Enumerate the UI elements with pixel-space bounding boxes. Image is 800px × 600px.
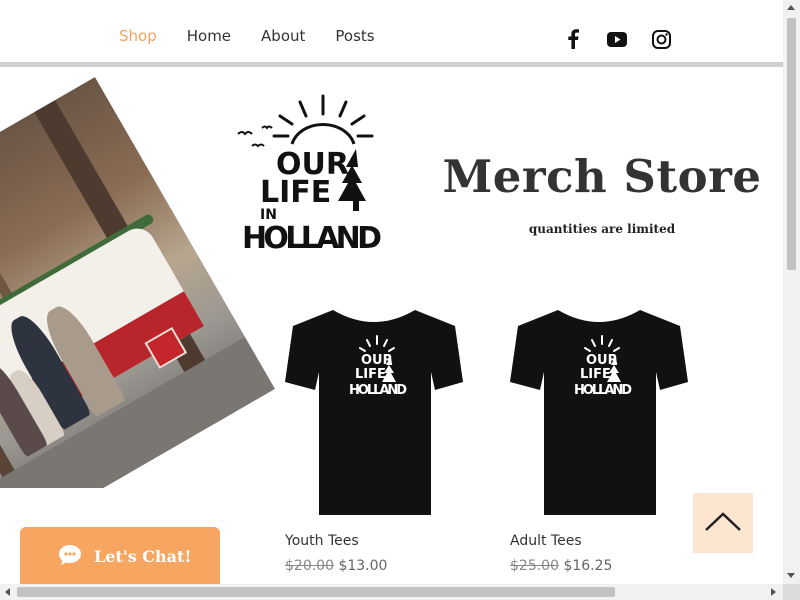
product-card-youth-tees[interactable]: OUR LIFE HOLLAND Youth Tees $20.00 $13.0… <box>285 310 485 574</box>
svg-text:HOLLAND: HOLLAND <box>574 383 632 398</box>
svg-text:HOLLAND: HOLLAND <box>349 383 407 398</box>
family-photo <box>0 77 275 488</box>
product-price: $20.00 $13.00 <box>285 558 485 574</box>
nav-item-shop[interactable]: Shop <box>119 27 157 45</box>
facebook-icon[interactable] <box>562 28 584 50</box>
youtube-icon[interactable] <box>606 28 628 50</box>
chevron-up-icon <box>703 509 743 538</box>
product-image[interactable]: OUR LIFE HOLLAND <box>285 310 463 515</box>
product-sale-price: $13.00 <box>338 558 388 574</box>
chat-label[interactable]: Let's Chat! <box>94 547 191 566</box>
scroll-up-arrow-icon[interactable] <box>787 5 795 10</box>
our-life-in-holland-logo: OUR LIFE IN HOLLAND <box>236 94 386 256</box>
vertical-scroll-thumb[interactable] <box>787 18 796 270</box>
product-card-adult-tees[interactable]: OUR LIFE HOLLAND Adult Tees $25.00 $16.2… <box>510 310 710 574</box>
back-to-top-button[interactable] <box>693 493 753 553</box>
product-name[interactable]: Youth Tees <box>285 533 485 549</box>
svg-text:OUR: OUR <box>361 353 393 368</box>
header-divider <box>0 62 783 67</box>
nav-item-home[interactable]: Home <box>187 27 231 45</box>
instagram-icon[interactable] <box>650 28 672 50</box>
product-old-price: $20.00 <box>285 558 334 574</box>
svg-text:LIFE: LIFE <box>355 367 386 382</box>
scroll-down-arrow-icon[interactable] <box>787 573 795 578</box>
product-price: $25.00 $16.25 <box>510 558 710 574</box>
nav-item-posts[interactable]: Posts <box>335 27 374 45</box>
page-subtitle: quantities are limited <box>528 222 676 236</box>
scroll-left-arrow-icon[interactable] <box>5 588 10 596</box>
main-nav: Shop Home About Posts <box>119 27 405 45</box>
page-title: Merch Store <box>442 150 762 203</box>
scrollbar-corner <box>783 584 800 600</box>
product-old-price: $25.00 <box>510 558 559 574</box>
svg-text:OUR: OUR <box>586 353 618 368</box>
nav-item-about[interactable]: About <box>261 27 305 45</box>
product-image[interactable]: OUR LIFE HOLLAND <box>510 310 688 515</box>
product-sale-price: $16.25 <box>563 558 613 574</box>
horizontal-scroll-thumb[interactable] <box>17 587 615 597</box>
svg-text:LIFE: LIFE <box>580 367 611 382</box>
scroll-right-arrow-icon[interactable] <box>771 588 776 596</box>
horizontal-scrollbar[interactable] <box>0 584 783 600</box>
logo-text-holland: HOLLAND <box>242 221 382 254</box>
product-name[interactable]: Adult Tees <box>510 533 710 549</box>
chat-button[interactable]: Let's Chat! <box>20 527 220 585</box>
site-header: Shop Home About Posts <box>0 0 783 68</box>
chat-bubble-icon <box>58 544 82 566</box>
vertical-scrollbar[interactable] <box>783 0 800 584</box>
logo-text-life: LIFE <box>260 175 331 210</box>
